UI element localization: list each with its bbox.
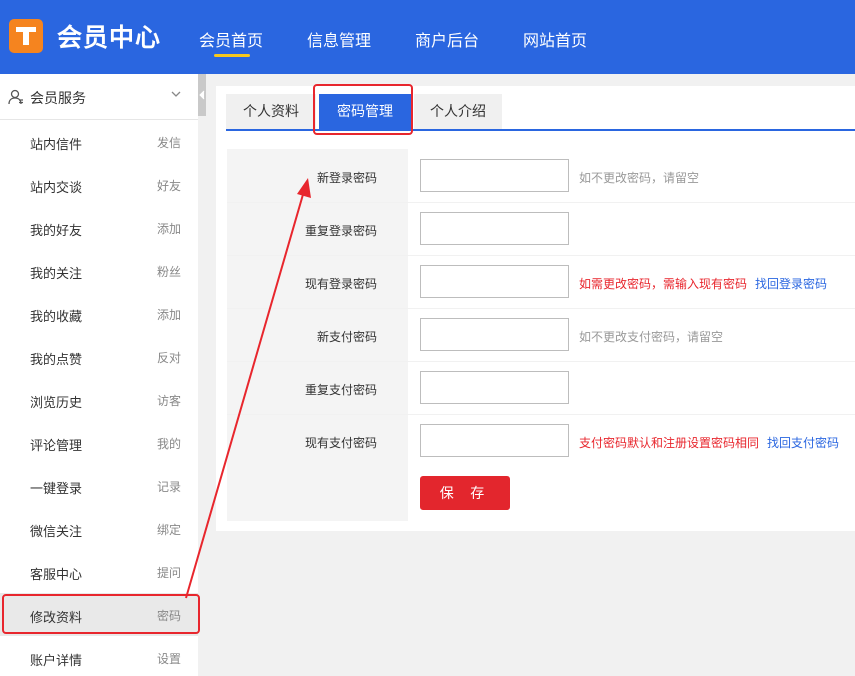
hint-warning-text: 如需更改密码，需输入现有密码: [579, 277, 748, 291]
sidebar-item-label: 一键登录: [30, 482, 83, 497]
password-input[interactable]: [420, 159, 569, 192]
sidebar-item-sublink[interactable]: 绑定: [157, 521, 181, 538]
form-hint: 如不更改支付密码，请留空: [579, 328, 723, 345]
t-logo-icon[interactable]: [9, 19, 43, 53]
password-input[interactable]: [420, 265, 569, 298]
sidebar-item[interactable]: 站内交谈 好友: [0, 163, 198, 206]
sidebar-item-sublink[interactable]: 提问: [157, 564, 181, 581]
sidebar-item-sublink[interactable]: 反对: [157, 349, 181, 366]
sidebar-item[interactable]: 我的收藏 添加: [0, 292, 198, 335]
row-divider: [227, 255, 855, 256]
sidebar-item[interactable]: 我的点赞 反对: [0, 335, 198, 378]
sidebar-item-sublink[interactable]: 好友: [157, 177, 181, 194]
recover-password-link[interactable]: 找回支付密码: [767, 436, 839, 450]
sidebar-item-label: 我的好友: [30, 224, 83, 239]
sidebar-section-header[interactable]: 会员服务: [0, 74, 198, 120]
sidebar-item-label: 站内交谈: [30, 181, 83, 196]
form-label: 现有支付密码: [304, 436, 377, 450]
nav-info-management[interactable]: 信息管理: [307, 27, 371, 51]
password-input[interactable]: [420, 424, 569, 457]
top-navigation-bar: 会员中心 会员首页 信息管理 商户后台 网站首页: [0, 0, 855, 74]
nav-merchant-backend[interactable]: 商户后台: [415, 27, 479, 51]
chevron-down-icon[interactable]: [170, 88, 182, 100]
sidebar-item-sublink[interactable]: 我的: [157, 435, 181, 452]
sidebar-item-label: 微信关注: [30, 525, 83, 540]
sidebar-section-title: 会员服务: [30, 91, 86, 107]
sidebar-item[interactable]: 我的好友 添加: [0, 206, 198, 249]
hint-text: 如不更改支付密码，请留空: [579, 330, 724, 344]
main-panel: 个人资料 密码管理 个人介绍 新登录密码 如不更改密码，请留空 重复登录密码 现有登录…: [216, 86, 855, 531]
user-icon: [8, 89, 23, 105]
sidebar-item-label: 浏览历史: [30, 396, 83, 411]
form-label: 重复登录密码: [304, 224, 377, 238]
active-nav-underline: [214, 54, 250, 57]
save-button[interactable]: 保 存: [420, 476, 510, 510]
sidebar-item[interactable]: 微信关注 绑定: [0, 507, 198, 550]
sidebar-item[interactable]: 一键登录 记录: [0, 464, 198, 507]
form-label: 新支付密码: [316, 330, 377, 344]
password-input[interactable]: [420, 371, 569, 404]
sidebar-item-label: 账户详情: [30, 654, 83, 669]
row-divider: [227, 361, 855, 362]
sidebar-item[interactable]: 评论管理 我的: [0, 421, 198, 464]
form-label: 新登录密码: [316, 171, 377, 185]
sidebar-item-sublink[interactable]: 添加: [157, 306, 181, 323]
tab-personal-intro[interactable]: 个人介绍: [414, 94, 502, 130]
sidebar: 会员服务 站内信件 发信 站内交谈 好友 我的好友 添加 我的关注 粉丝 我的收藏 添加 我的点赞反…: [0, 74, 198, 676]
row-divider: [227, 414, 855, 415]
sidebar-item-label: 我的关注: [30, 267, 83, 282]
sidebar-item-label: 客服中心: [30, 568, 83, 583]
form-hint: 支付密码默认和注册设置密码相同 找回支付密码: [579, 434, 839, 451]
sidebar-item-label: 评论管理: [30, 439, 83, 454]
sidebar-item-sublink[interactable]: 记录: [157, 478, 181, 495]
nav-site-home[interactable]: 网站首页: [523, 27, 587, 51]
form-label: 现有登录密码: [304, 277, 377, 291]
tab-personal-profile[interactable]: 个人资料: [226, 94, 316, 130]
highlight-edit-profile-item: [2, 594, 200, 634]
site-title[interactable]: 会员中心: [57, 18, 161, 54]
sidebar-item-label: 我的收藏: [30, 310, 83, 325]
sidebar-collapse-handle[interactable]: [198, 74, 206, 116]
sidebar-item[interactable]: 客服中心 提问: [0, 550, 198, 593]
sidebar-item[interactable]: 我的关注 粉丝: [0, 249, 198, 292]
sidebar-item-sublink[interactable]: 粉丝: [157, 263, 181, 280]
sidebar-item[interactable]: 账户详情 设置: [0, 636, 198, 676]
form-hint: 如需更改密码，需输入现有密码 找回登录密码: [579, 275, 827, 292]
row-divider: [227, 202, 855, 203]
sidebar-item-sublink[interactable]: 添加: [157, 220, 181, 237]
sidebar-item[interactable]: 浏览历史 访客: [0, 378, 198, 421]
sidebar-item-label: 站内信件: [30, 138, 83, 153]
sidebar-item[interactable]: 站内信件 发信: [0, 120, 198, 163]
nav-member-home[interactable]: 会员首页: [199, 27, 263, 51]
chevron-left-icon: [199, 90, 205, 100]
hint-warning-text: 支付密码默认和注册设置密码相同: [579, 436, 760, 450]
sidebar-item-sublink[interactable]: 发信: [157, 134, 181, 151]
password-input[interactable]: [420, 318, 569, 351]
form-label: 重复支付密码: [304, 383, 377, 397]
sidebar-item-label: 我的点赞: [30, 353, 83, 368]
sidebar-item-sublink[interactable]: 设置: [157, 650, 181, 667]
sidebar-item-sublink[interactable]: 访客: [157, 392, 181, 409]
password-input[interactable]: [420, 212, 569, 245]
recover-password-link[interactable]: 找回登录密码: [755, 277, 827, 291]
hint-text: 如不更改密码，请留空: [579, 171, 700, 185]
row-divider: [227, 308, 855, 309]
form-hint: 如不更改密码，请留空: [579, 169, 699, 186]
highlight-password-tab: [313, 84, 413, 135]
